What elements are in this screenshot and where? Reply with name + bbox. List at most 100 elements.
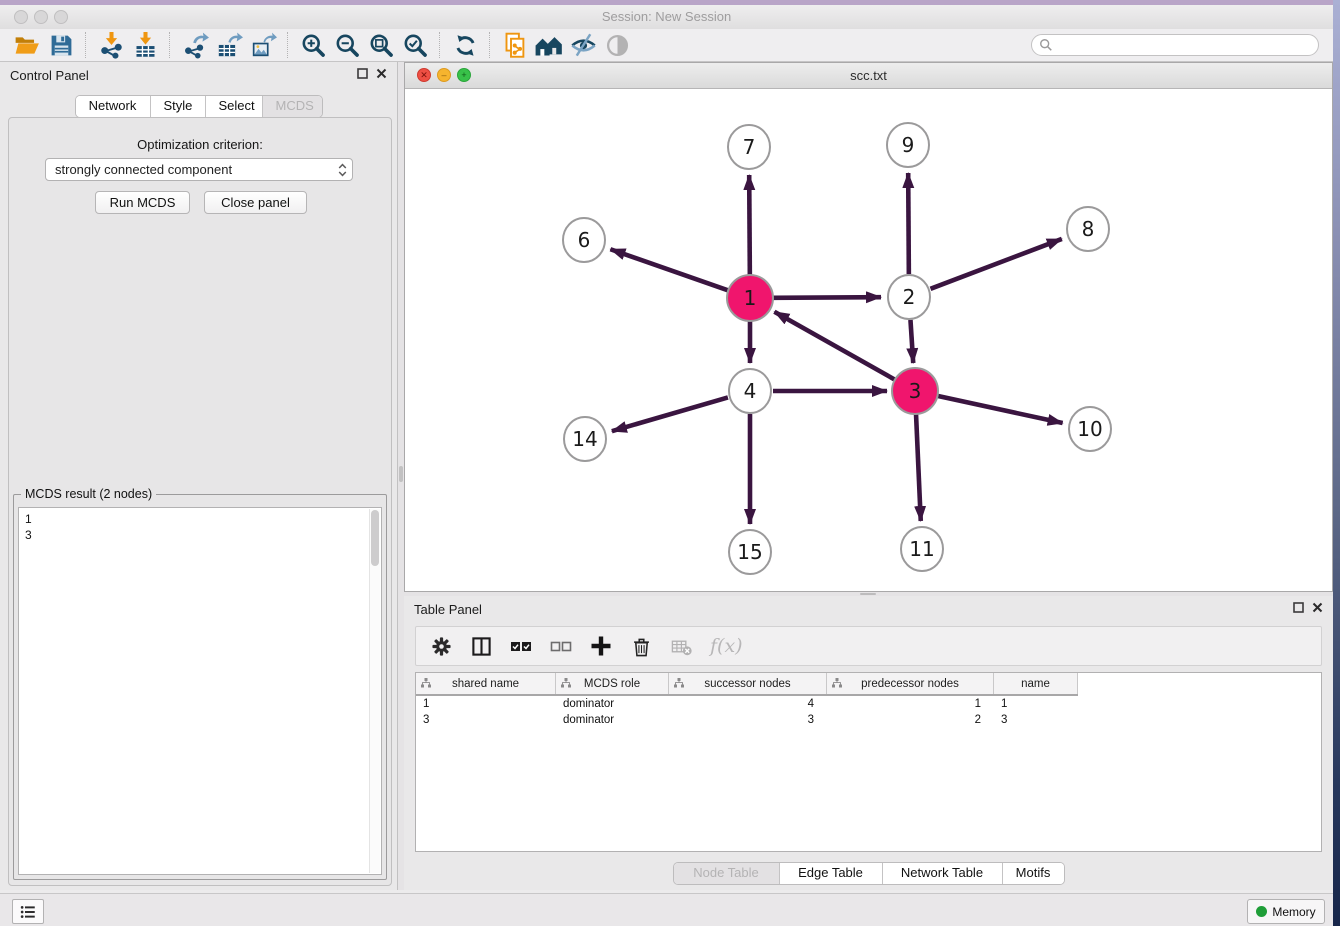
- edge-1-7[interactable]: [749, 175, 750, 275]
- column-header-MCDS-role[interactable]: MCDS role: [556, 673, 669, 694]
- result-scrollbar[interactable]: [369, 509, 380, 873]
- node-2[interactable]: 2: [888, 275, 930, 319]
- table-header-row: shared name MCDS role successor nodes prede…: [416, 673, 1078, 696]
- node-15[interactable]: 15: [729, 530, 771, 574]
- edge-1-2[interactable]: [773, 297, 881, 298]
- show-columns-button[interactable]: [468, 633, 494, 659]
- table-row[interactable]: 1dominator411: [416, 696, 1321, 712]
- apply-function-button[interactable]: f(x): [708, 633, 743, 659]
- result-scrollbar-thumb[interactable]: [371, 510, 379, 566]
- table-row[interactable]: 3dominator323: [416, 712, 1321, 728]
- column-header-label: predecessor nodes: [861, 678, 959, 690]
- tab-network[interactable]: Network: [76, 96, 150, 117]
- table-cell[interactable]: 3: [669, 714, 827, 726]
- table-panel: Table Panel: [404, 596, 1333, 890]
- import-network-button[interactable]: [94, 30, 128, 60]
- deselect-all-rows-button[interactable]: [548, 633, 574, 659]
- task-history-button[interactable]: [12, 899, 44, 924]
- column-header-name[interactable]: name: [994, 673, 1078, 694]
- plus-icon: [590, 635, 612, 657]
- node-9[interactable]: 9: [887, 123, 929, 167]
- visibility-disabled-button[interactable]: [600, 30, 634, 60]
- tab-node-table[interactable]: Node Table: [674, 863, 779, 884]
- table-cell[interactable]: 2: [827, 714, 994, 726]
- column-header-predecessor-nodes[interactable]: predecessor nodes: [827, 673, 994, 694]
- search-input[interactable]: [1053, 37, 1318, 53]
- zoom-fit-button[interactable]: [364, 30, 398, 60]
- table-cell[interactable]: dominator: [556, 698, 669, 710]
- column-header-successor-nodes[interactable]: successor nodes: [669, 673, 827, 694]
- folder-open-icon: [14, 32, 40, 58]
- toolbar-separator: [439, 32, 441, 58]
- node-10[interactable]: 10: [1069, 407, 1111, 451]
- close-panel-icon[interactable]: [1312, 602, 1323, 613]
- node-1[interactable]: 1: [727, 275, 773, 321]
- search-field[interactable]: [1031, 34, 1319, 56]
- export-table-button[interactable]: [212, 30, 246, 60]
- node-label: 10: [1077, 417, 1102, 441]
- tab-mcds[interactable]: MCDS: [262, 96, 322, 117]
- node-4[interactable]: 4: [729, 369, 771, 413]
- home-view-button[interactable]: [532, 30, 566, 60]
- edge-2-8[interactable]: [931, 239, 1062, 289]
- close-panel-button[interactable]: Close panel: [204, 191, 307, 214]
- node-8[interactable]: 8: [1067, 207, 1109, 251]
- column-header-shared-name[interactable]: shared name: [416, 673, 556, 694]
- edge-2-9[interactable]: [908, 173, 909, 274]
- export-image-button[interactable]: [246, 30, 280, 60]
- mcds-result-area[interactable]: 1 3: [18, 507, 382, 875]
- column-header-label: successor nodes: [704, 678, 790, 690]
- edge-3-10[interactable]: [937, 396, 1062, 423]
- node-14[interactable]: 14: [564, 417, 606, 461]
- node-6[interactable]: 6: [563, 218, 605, 262]
- tab-select[interactable]: Select: [205, 96, 262, 117]
- zoom-selected-button[interactable]: [398, 30, 432, 60]
- table-options-button[interactable]: [428, 633, 454, 659]
- edge-2-3[interactable]: [910, 320, 913, 363]
- edge-3-1[interactable]: [774, 312, 895, 380]
- close-panel-icon[interactable]: [376, 68, 387, 79]
- network-canvas[interactable]: 7 9 6 8 1 2 4 3 14 10 15 11: [405, 89, 1332, 591]
- select-all-rows-button[interactable]: [508, 633, 534, 659]
- run-mcds-button[interactable]: Run MCDS: [95, 191, 190, 214]
- toolbar-separator: [85, 32, 87, 58]
- refresh-layout-button[interactable]: [448, 30, 482, 60]
- save-session-button[interactable]: [44, 30, 78, 60]
- node-11[interactable]: 11: [901, 527, 943, 571]
- tab-network-table[interactable]: Network Table: [882, 863, 1002, 884]
- tab-motifs[interactable]: Motifs: [1002, 863, 1064, 884]
- node-7[interactable]: 7: [728, 125, 770, 169]
- table-cell[interactable]: 1: [416, 698, 556, 710]
- export-network-button[interactable]: [178, 30, 212, 60]
- table-cell[interactable]: dominator: [556, 714, 669, 726]
- tab-style[interactable]: Style: [150, 96, 205, 117]
- clone-network-button[interactable]: [498, 30, 532, 60]
- tab-edge-table[interactable]: Edge Table: [779, 863, 882, 884]
- edge-1-6[interactable]: [610, 249, 728, 290]
- memory-button[interactable]: Memory: [1247, 899, 1325, 924]
- application-window: Session: New Session: [0, 0, 1340, 926]
- delete-columns-button[interactable]: [628, 633, 654, 659]
- node-3[interactable]: 3: [892, 368, 938, 414]
- zoom-out-button[interactable]: [330, 30, 364, 60]
- criterion-dropdown[interactable]: strongly connected component: [45, 158, 353, 181]
- float-panel-icon[interactable]: [357, 68, 368, 79]
- table-cell[interactable]: 4: [669, 698, 827, 710]
- toolbar-separator: [287, 32, 289, 58]
- edge-4-14[interactable]: [612, 397, 728, 431]
- table-cell[interactable]: 1: [994, 698, 1078, 710]
- delete-table-button[interactable]: [668, 633, 694, 659]
- float-panel-icon[interactable]: [1293, 602, 1304, 613]
- edge-3-11[interactable]: [916, 414, 921, 521]
- zoom-in-button[interactable]: [296, 30, 330, 60]
- table-cell[interactable]: 3: [416, 714, 556, 726]
- splitter-grip[interactable]: [399, 466, 403, 482]
- table-cell[interactable]: 3: [994, 714, 1078, 726]
- column-header-label: MCDS role: [584, 678, 640, 690]
- add-column-button[interactable]: [588, 633, 614, 659]
- splitter-grip[interactable]: [860, 593, 876, 595]
- open-session-button[interactable]: [10, 30, 44, 60]
- table-cell[interactable]: 1: [827, 698, 994, 710]
- toggle-visibility-button[interactable]: [566, 30, 600, 60]
- import-table-button[interactable]: [128, 30, 162, 60]
